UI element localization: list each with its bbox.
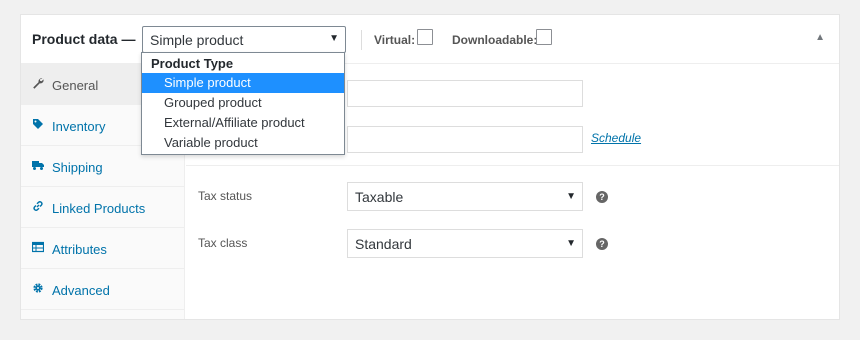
- tax-status-value: Taxable: [355, 189, 404, 205]
- gear-icon: [33, 283, 43, 293]
- tax-class-value: Standard: [355, 236, 412, 252]
- header-separator: [361, 30, 362, 50]
- chevron-down-icon: ▼: [566, 238, 576, 249]
- tab-label: Linked Products: [52, 201, 146, 216]
- tab-label: Shipping: [52, 160, 103, 175]
- link-icon: [33, 201, 43, 211]
- tax-class-label: Tax class: [198, 236, 248, 250]
- truck-icon: [32, 161, 44, 170]
- virtual-label: Virtual:: [374, 33, 416, 47]
- tax-status-label: Tax status: [198, 189, 253, 203]
- product-type-value: Simple product: [150, 32, 244, 48]
- sale-price-input[interactable]: [347, 126, 583, 153]
- dropdown-group-label: Product Type: [151, 56, 234, 71]
- schedule-link[interactable]: Schedule: [591, 131, 641, 145]
- tab-linked-products[interactable]: Linked Products: [21, 187, 184, 228]
- section-divider: [186, 165, 839, 166]
- tax-status-select[interactable]: Taxable ▼: [347, 182, 583, 211]
- tax-class-select[interactable]: Standard ▼: [347, 229, 583, 258]
- help-icon[interactable]: ?: [596, 191, 608, 203]
- collapse-toggle-icon[interactable]: ▲: [815, 32, 825, 43]
- dropdown-option-external[interactable]: External/Affiliate product: [142, 113, 344, 133]
- chevron-down-icon: ▼: [566, 191, 576, 202]
- product-type-dropdown: Product Type Simple product Grouped prod…: [141, 52, 345, 155]
- dropdown-option-variable[interactable]: Variable product: [142, 133, 344, 153]
- regular-price-input[interactable]: [347, 80, 583, 107]
- tab-label: Advanced: [52, 283, 110, 298]
- tab-advanced[interactable]: Advanced: [21, 269, 184, 310]
- virtual-checkbox[interactable]: [417, 29, 433, 45]
- dropdown-option-grouped[interactable]: Grouped product: [142, 93, 344, 113]
- tag-icon: [33, 119, 43, 129]
- downloadable-label: Downloadable:: [452, 33, 538, 47]
- tab-label: Inventory: [52, 119, 106, 134]
- help-icon[interactable]: ?: [596, 238, 608, 250]
- tab-label: Attributes: [52, 242, 107, 257]
- chevron-down-icon: ▼: [329, 33, 339, 44]
- dropdown-option-simple[interactable]: Simple product: [142, 73, 344, 93]
- product-type-select[interactable]: Simple product ▼: [142, 26, 346, 53]
- tab-attributes[interactable]: Attributes: [21, 228, 184, 269]
- downloadable-checkbox[interactable]: [536, 29, 552, 45]
- wrench-icon: [33, 78, 44, 89]
- tab-label: General: [52, 78, 99, 93]
- product-data-title: Product data —: [32, 31, 136, 47]
- table-icon: [32, 241, 44, 253]
